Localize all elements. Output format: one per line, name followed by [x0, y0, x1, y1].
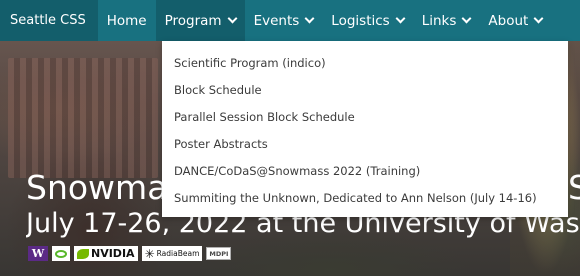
- nav-links-label: Links: [421, 12, 457, 29]
- nav-home[interactable]: Home: [98, 0, 156, 41]
- brand-link[interactable]: Seattle CSS: [0, 0, 98, 41]
- program-dropdown-menu: Scientific Program (indico) Block Schedu…: [162, 41, 568, 217]
- nvidia-logo-text: NVIDIA: [91, 247, 135, 260]
- hero-title: Snowma: [26, 168, 168, 207]
- radiabeam-star-icon: ✳: [144, 246, 155, 261]
- uw-logo-text: W: [31, 247, 45, 260]
- dropdown-item-summiting-the-unknown[interactable]: Summiting the Unknown, Dedicated to Ann …: [162, 184, 568, 211]
- chevron-down-icon: [304, 13, 315, 24]
- radiabeam-logo-text: RadiaBeam: [156, 249, 200, 258]
- dropdown-item-block-schedule[interactable]: Block Schedule: [162, 76, 568, 103]
- chevron-down-icon: [533, 13, 544, 24]
- chevron-down-icon: [227, 13, 238, 24]
- dropdown-item-scientific-program[interactable]: Scientific Program (indico): [162, 49, 568, 76]
- nvidia-eye-icon: [77, 248, 89, 259]
- nav-about[interactable]: About: [479, 0, 551, 41]
- nav-events-label: Events: [253, 12, 300, 29]
- radiabeam-logo: ✳ RadiaBeam: [141, 246, 203, 261]
- chevron-down-icon: [395, 13, 406, 24]
- mdpi-logo-text: MDPI: [209, 249, 229, 258]
- leaf-logo: [52, 246, 70, 261]
- dropdown-item-poster-abstracts[interactable]: Poster Abstracts: [162, 130, 568, 157]
- nav-logistics-label: Logistics: [331, 12, 390, 29]
- hero-building-photo: [8, 58, 158, 178]
- nav-home-label: Home: [106, 12, 147, 29]
- hero-title-fragment: S: [568, 168, 580, 207]
- dropdown-item-parallel-session-schedule[interactable]: Parallel Session Block Schedule: [162, 103, 568, 130]
- nav-events[interactable]: Events: [245, 0, 323, 41]
- nav-program[interactable]: Program: [155, 0, 245, 41]
- mdpi-logo: MDPI: [206, 247, 232, 260]
- nav-links[interactable]: Links: [413, 0, 480, 41]
- sponsor-logos: W NVIDIA ✳ RadiaBeam MDPI: [28, 246, 232, 261]
- nav-logistics[interactable]: Logistics: [322, 0, 412, 41]
- nav-program-label: Program: [164, 12, 222, 29]
- uw-logo: W: [28, 246, 48, 261]
- top-navbar: Seattle CSS Home Program Events Logistic…: [0, 0, 580, 41]
- dropdown-item-dance-codas-training[interactable]: DANCE/CoDaS@Snowmass 2022 (Training): [162, 157, 568, 184]
- nvidia-logo: NVIDIA: [74, 246, 138, 261]
- chevron-down-icon: [461, 13, 472, 24]
- nav-about-label: About: [488, 12, 529, 29]
